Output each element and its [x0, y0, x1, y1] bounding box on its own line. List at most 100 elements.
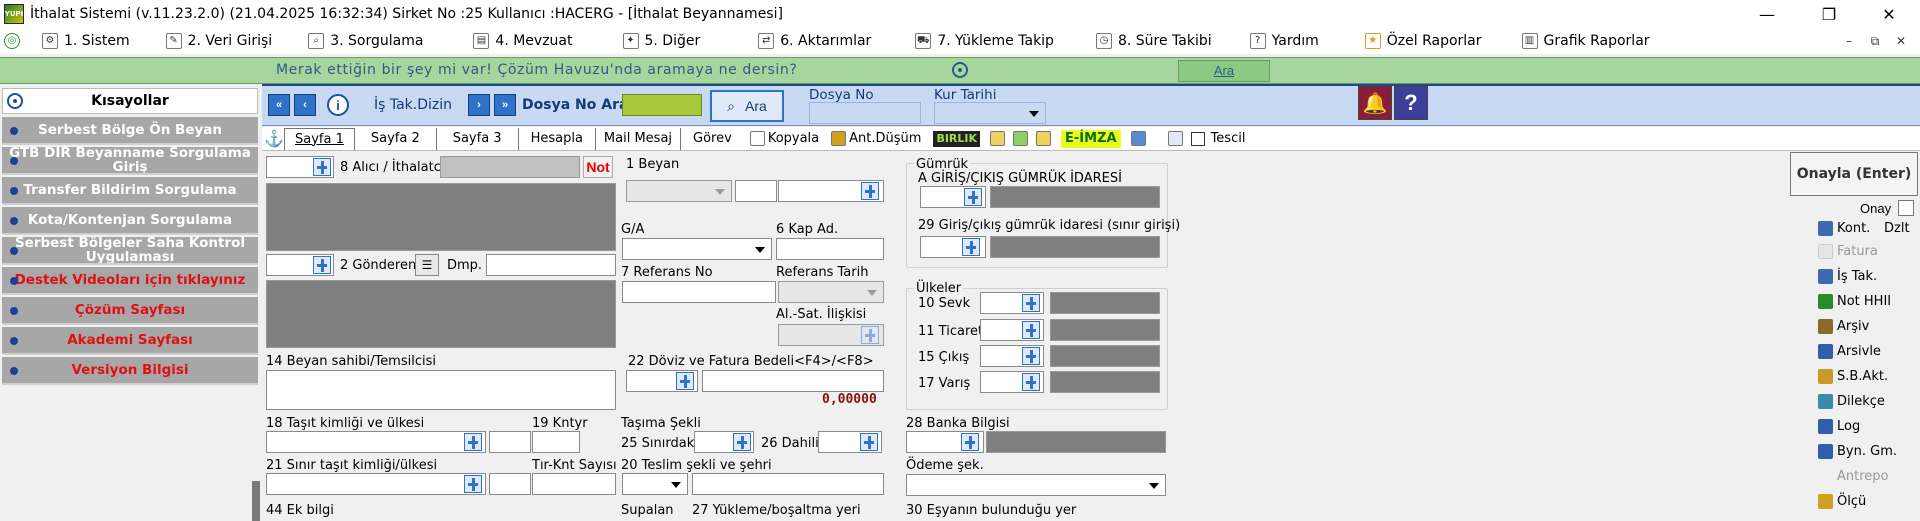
dmp-input[interactable] [486, 254, 616, 276]
sidebar-item-serbest-bolge-on-beyan[interactable]: Serbest Bölge Ön Beyan [2, 117, 258, 145]
e-imza-button[interactable]: E-İMZA [1055, 128, 1127, 150]
lookup-icon[interactable] [313, 256, 331, 274]
lookup-icon[interactable] [1022, 347, 1040, 365]
kont-button[interactable]: Kont. [1818, 217, 1870, 239]
tescil-checkbox[interactable]: Tescil [1187, 128, 1250, 150]
menu-ozel-raporlar[interactable]: ★ Özel Raporlar [1361, 28, 1486, 54]
menu-sure-takibi[interactable]: ◷ 8. Süre Takibi [1092, 28, 1216, 54]
token-button[interactable] [1127, 128, 1150, 150]
help-icon[interactable]: ? [1394, 86, 1428, 120]
sinir-tasit-input[interactable] [266, 473, 486, 495]
dosya-ara-button[interactable]: ⌕ Ara [710, 90, 784, 122]
menu-aktarimlar[interactable]: ⇄ 6. Aktarımlar [754, 28, 875, 54]
alarm-bell-icon[interactable]: 🔔 [1358, 86, 1392, 120]
info-icon[interactable]: i [327, 94, 349, 116]
menu-yukleme-takip[interactable]: ⛟ 7. Yükleme Takip [911, 28, 1058, 54]
sb-akt-button[interactable]: S.B.Akt. [1818, 365, 1888, 387]
not-badge[interactable]: Not [583, 156, 613, 178]
referans-no-input[interactable] [622, 281, 776, 303]
arsivle-button[interactable]: Arsivle [1818, 340, 1881, 362]
teslim-dropdown[interactable] [622, 473, 688, 495]
next-record-button[interactable]: › [468, 94, 490, 116]
kntyr-input[interactable] [532, 431, 580, 453]
lookup-icon[interactable] [676, 372, 694, 390]
menu-sistem[interactable]: ⚙ 1. Sistem [38, 28, 134, 54]
sidebar-item-destek-videolari[interactable]: Destek Videoları için tıklayınız [2, 267, 258, 295]
mdi-minimize-button[interactable]: – [1840, 33, 1858, 49]
folder-export-button[interactable] [1032, 128, 1055, 150]
lookup-icon[interactable] [964, 188, 982, 206]
prev-record-button[interactable]: ‹ [294, 94, 316, 116]
sidebar-scrollbar[interactable] [252, 481, 260, 521]
beyan-code-input[interactable] [735, 180, 777, 202]
menu-sorgulama[interactable]: ⌕ 3. Sorgulama [304, 28, 427, 54]
lookup-icon[interactable] [464, 433, 482, 451]
olcu-button[interactable]: Ölçü [1818, 490, 1866, 512]
menu-mevzuat[interactable]: ▤ 4. Mevzuat [469, 28, 576, 54]
tasit-kimligi-input[interactable] [266, 431, 486, 453]
lookup-icon[interactable] [962, 238, 980, 256]
birlik-button[interactable]: BIRLIK [927, 128, 986, 150]
teslim-sehir-input[interactable] [692, 473, 884, 495]
sidebar-item-kota-kontenjan[interactable]: Kota/Kontenjan Sorgulama [2, 207, 258, 235]
dzlt-button[interactable]: Dzlt [1884, 217, 1910, 239]
lookup-icon[interactable] [1022, 294, 1040, 312]
beyan-sahibi-input[interactable] [266, 370, 616, 410]
close-button[interactable]: ✕ [1866, 0, 1912, 28]
mdi-restore-button[interactable]: ⧉ [1866, 33, 1884, 50]
dosya-no-search-input[interactable] [622, 94, 702, 116]
document-button[interactable] [1164, 128, 1187, 150]
onayla-button[interactable]: Onayla (Enter) [1790, 152, 1918, 196]
tab-sayfa-2[interactable]: Sayfa 2 [355, 127, 437, 150]
menu-yardim[interactable]: ? Yardım [1246, 28, 1323, 54]
lookup-icon[interactable] [961, 433, 979, 451]
menu-diger[interactable]: ✦ 5. Diğer [619, 28, 705, 54]
menu-grafik-raporlar[interactable]: ▥ Grafik Raporlar [1518, 28, 1654, 54]
sidebar-item-gtb-dir[interactable]: GTB DIR Beyanname Sorgulama Giriş [2, 147, 258, 175]
menu-veri-girisi[interactable]: ✎ 2. Veri Girişi [162, 28, 277, 54]
onay-checkbox[interactable] [1898, 200, 1914, 216]
sidebar-item-cozum-sayfasi[interactable]: Çözüm Sayfası [2, 297, 258, 325]
sidebar-header[interactable]: Kısayollar [2, 88, 258, 114]
app-menu-icon[interactable]: ◎ [4, 33, 20, 49]
minimize-button[interactable]: — [1744, 0, 1790, 28]
tab-sayfa-1[interactable]: Sayfa 1 [284, 127, 355, 150]
folder-open-button[interactable] [986, 128, 1009, 150]
is-takip-dizin-link[interactable]: İş Tak.Dizin [374, 97, 452, 113]
tab-hesapla[interactable]: Hesapla [519, 127, 596, 150]
mdi-close-button[interactable]: ✕ [1892, 33, 1910, 49]
lookup-icon[interactable] [313, 158, 331, 176]
tasit-ulke-input[interactable] [489, 431, 531, 453]
kur-tarihi-dropdown[interactable] [934, 102, 1046, 124]
lookup-icon[interactable] [464, 475, 482, 493]
last-record-button[interactable]: » [494, 94, 516, 116]
lookup-icon[interactable] [1022, 373, 1040, 391]
search-ara-button[interactable]: Ara [1178, 60, 1270, 82]
first-record-button[interactable]: « [268, 94, 290, 116]
ant-dusum-button[interactable]: Ant.Düşüm [825, 128, 927, 150]
kap-ad-input[interactable] [776, 238, 884, 260]
lookup-icon[interactable] [860, 433, 878, 451]
folder-up-button[interactable] [1009, 128, 1032, 150]
lookup-icon[interactable] [1022, 321, 1040, 339]
tab-mail-mesaj[interactable]: Mail Mesaj [596, 127, 682, 150]
sinir-ulke-input[interactable] [489, 473, 531, 495]
not-hhii-button[interactable]: Not HHII [1818, 290, 1891, 312]
maximize-button[interactable]: ❐ [1806, 0, 1852, 28]
byn-gm-button[interactable]: Byn. Gm. [1818, 440, 1897, 462]
sidebar-item-versiyon-bilgisi[interactable]: Versiyon Bilgisi [2, 357, 258, 385]
fatura-bedeli-input[interactable] [702, 370, 884, 392]
dosya-no-field[interactable] [809, 102, 921, 124]
dilekce-button[interactable]: Dilekçe [1818, 390, 1885, 412]
arsiv-button[interactable]: Arşiv [1818, 315, 1869, 337]
list-icon[interactable]: ☰ [415, 254, 439, 276]
tab-gorev[interactable]: Görev [681, 128, 744, 150]
tir-knt-input[interactable] [532, 473, 616, 495]
sidebar-item-akademi-sayfasi[interactable]: Akademi Sayfası [2, 327, 258, 355]
lookup-icon[interactable] [861, 182, 879, 200]
is-tak-button[interactable]: İş Tak. [1818, 265, 1877, 287]
kopyala-button[interactable]: Kopyala [744, 128, 825, 150]
ga-dropdown[interactable] [622, 238, 772, 260]
odeme-dropdown[interactable] [906, 474, 1166, 496]
tab-sayfa-3[interactable]: Sayfa 3 [437, 127, 519, 150]
